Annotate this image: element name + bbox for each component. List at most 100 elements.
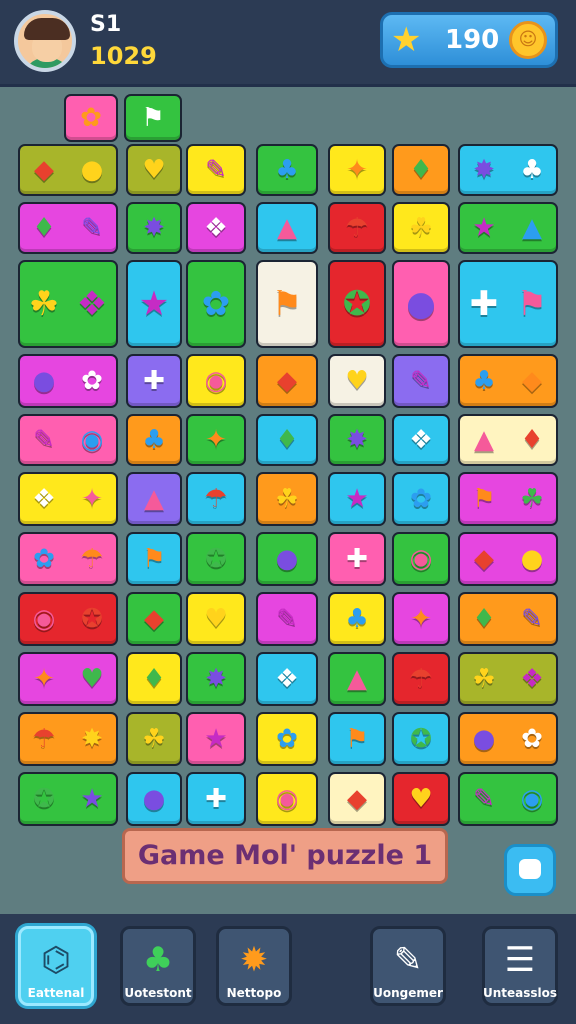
puzzle-tile[interactable]: ⚑ xyxy=(124,94,182,142)
tile-item-icon: ♥ xyxy=(80,664,104,694)
puzzle-tile[interactable]: ✿ ☂ xyxy=(18,532,118,586)
puzzle-tile[interactable]: ⚑ xyxy=(126,532,182,586)
puzzle-tile[interactable]: ♥ xyxy=(392,772,450,826)
puzzle-tile[interactable]: ▲ xyxy=(126,472,182,526)
puzzle-tile[interactable]: ✸ xyxy=(328,414,386,466)
puzzle-tile[interactable]: ⚑ xyxy=(256,260,318,348)
puzzle-tile[interactable]: ★ xyxy=(126,260,182,348)
puzzle-tile[interactable]: ✚ xyxy=(186,772,246,826)
puzzle-tile[interactable]: ◉ xyxy=(392,532,450,586)
puzzle-tile[interactable]: ◉ xyxy=(186,354,246,408)
puzzle-tile[interactable]: ✪ xyxy=(392,712,450,766)
puzzle-tile[interactable]: ♣ xyxy=(256,144,318,196)
puzzle-tile[interactable]: ❖ xyxy=(392,414,450,466)
puzzle-tile[interactable]: ♦ xyxy=(392,144,450,196)
puzzle-tile[interactable]: ♦ xyxy=(126,652,182,706)
puzzle-tile[interactable]: ✪ ★ xyxy=(18,772,118,826)
puzzle-tile[interactable]: ❖ ✦ xyxy=(18,472,118,526)
puzzle-tile[interactable]: ▲ xyxy=(256,202,318,254)
puzzle-tile[interactable]: ✦ ♥ xyxy=(18,652,118,706)
puzzle-tile[interactable]: ● ✿ xyxy=(18,354,118,408)
puzzle-tile[interactable]: ✸ ♣ xyxy=(458,144,558,196)
puzzle-tile[interactable]: ◆ ● xyxy=(18,144,118,196)
puzzle-tile[interactable]: ☘ xyxy=(392,202,450,254)
puzzle-tile[interactable]: ❖ xyxy=(186,202,246,254)
puzzle-tile[interactable]: ♥ xyxy=(126,144,182,196)
tile-item-icon: ✎ xyxy=(205,155,227,185)
puzzle-tile[interactable]: ☘ ❖ xyxy=(18,260,118,348)
puzzle-tile[interactable]: ☂ xyxy=(186,472,246,526)
puzzle-tile[interactable]: ✚ ⚑ xyxy=(458,260,558,348)
tile-item-icon: ✪ xyxy=(205,544,227,574)
puzzle-tile[interactable]: ✚ xyxy=(126,354,182,408)
puzzle-tile[interactable]: ★ ▲ xyxy=(458,202,558,254)
puzzle-tile[interactable]: ▲ xyxy=(328,652,386,706)
puzzle-tile[interactable]: ✿ xyxy=(392,472,450,526)
puzzle-tile[interactable]: ◉ xyxy=(256,772,318,826)
puzzle-tile[interactable]: ♣ ◆ xyxy=(458,354,558,408)
puzzle-tile[interactable]: ✎ xyxy=(256,592,318,646)
nav-label-uongemer: Uongemer xyxy=(373,986,443,1000)
puzzle-tile[interactable]: ☂ xyxy=(328,202,386,254)
tile-item-icon: ✸ xyxy=(143,213,165,243)
puzzle-tile[interactable]: ✦ xyxy=(328,144,386,196)
puzzle-tile[interactable]: ⚑ ☘ xyxy=(458,472,558,526)
puzzle-tile[interactable]: ✎ ◉ xyxy=(458,772,558,826)
puzzle-tile[interactable]: ✦ xyxy=(392,592,450,646)
puzzle-tile[interactable]: ☂ xyxy=(392,652,450,706)
tile-item-icon: ✪ xyxy=(33,784,55,814)
puzzle-tile[interactable]: ✦ xyxy=(186,414,246,466)
tile-item-icon: ◉ xyxy=(520,784,544,814)
puzzle-tile[interactable]: ◉ ✪ xyxy=(18,592,118,646)
puzzle-tile[interactable]: ✎ ◉ xyxy=(18,414,118,466)
puzzle-tile[interactable]: ● ✿ xyxy=(458,712,558,766)
tile-item-icon: ☘ xyxy=(472,664,496,694)
puzzle-tile[interactable]: ♥ xyxy=(328,354,386,408)
puzzle-tile[interactable]: ✿ xyxy=(186,260,246,348)
chat-button[interactable] xyxy=(504,844,556,896)
puzzle-tile[interactable]: ♣ xyxy=(328,592,386,646)
tile-item-icon: ☘ xyxy=(409,213,433,243)
puzzle-tile[interactable]: ◆ xyxy=(328,772,386,826)
puzzle-tile[interactable]: ✪ xyxy=(328,260,386,348)
puzzle-tile[interactable]: ☘ ❖ xyxy=(458,652,558,706)
puzzle-tile[interactable]: ☂ ✸ xyxy=(18,712,118,766)
tile-item-icon: ♥ xyxy=(345,366,369,396)
puzzle-tile[interactable]: ● xyxy=(126,772,182,826)
puzzle-tile[interactable]: ♥ xyxy=(186,592,246,646)
puzzle-tile[interactable]: ● xyxy=(392,260,450,348)
puzzle-tile[interactable]: ◆ ● xyxy=(458,532,558,586)
puzzle-tile[interactable]: ◆ xyxy=(256,354,318,408)
tile-item-icon: ✦ xyxy=(346,155,368,185)
puzzle-tile[interactable]: ♦ ✎ xyxy=(18,202,118,254)
puzzle-tile[interactable]: ✪ xyxy=(186,532,246,586)
tile-item-icon: ▲ xyxy=(144,484,164,514)
puzzle-tile[interactable]: ♦ ✎ xyxy=(458,592,558,646)
puzzle-tile[interactable]: ★ xyxy=(186,712,246,766)
puzzle-tile[interactable]: ✸ xyxy=(186,652,246,706)
puzzle-tile[interactable]: ✿ xyxy=(256,712,318,766)
puzzle-tile[interactable]: ★ xyxy=(328,472,386,526)
puzzle-tile[interactable]: ✚ xyxy=(328,532,386,586)
tile-item-icon: ★ xyxy=(138,284,170,324)
puzzle-tile[interactable]: ✎ xyxy=(186,144,246,196)
tile-item-icon: ♦ xyxy=(32,213,56,243)
nav-label-uotestont: Uotestont xyxy=(124,986,192,1000)
puzzle-tile[interactable]: ♣ xyxy=(126,414,182,466)
nav-label-nettopo: Nettopo xyxy=(226,986,282,1000)
bottom-nav: ⌬ ♣ ✹ ✎ ☰ xyxy=(0,914,576,1024)
gear-icon: ✹ xyxy=(239,940,269,980)
puzzle-tile[interactable]: ▲ ♦ xyxy=(458,414,558,466)
tile-item-icon: ♦ xyxy=(142,664,166,694)
puzzle-tile[interactable]: ⚑ xyxy=(328,712,386,766)
puzzle-tile[interactable]: ❖ xyxy=(256,652,318,706)
puzzle-tile[interactable]: ♦ xyxy=(256,414,318,466)
puzzle-tile[interactable]: ☘ xyxy=(126,712,182,766)
puzzle-tile[interactable]: ● xyxy=(256,532,318,586)
puzzle-tile[interactable]: ✿ xyxy=(64,94,118,142)
puzzle-tile[interactable]: ✎ xyxy=(392,354,450,408)
puzzle-tile[interactable]: ◆ xyxy=(126,592,182,646)
tile-item-icon: ☂ xyxy=(80,544,104,574)
puzzle-tile[interactable]: ☘ xyxy=(256,472,318,526)
puzzle-tile[interactable]: ✸ xyxy=(126,202,182,254)
